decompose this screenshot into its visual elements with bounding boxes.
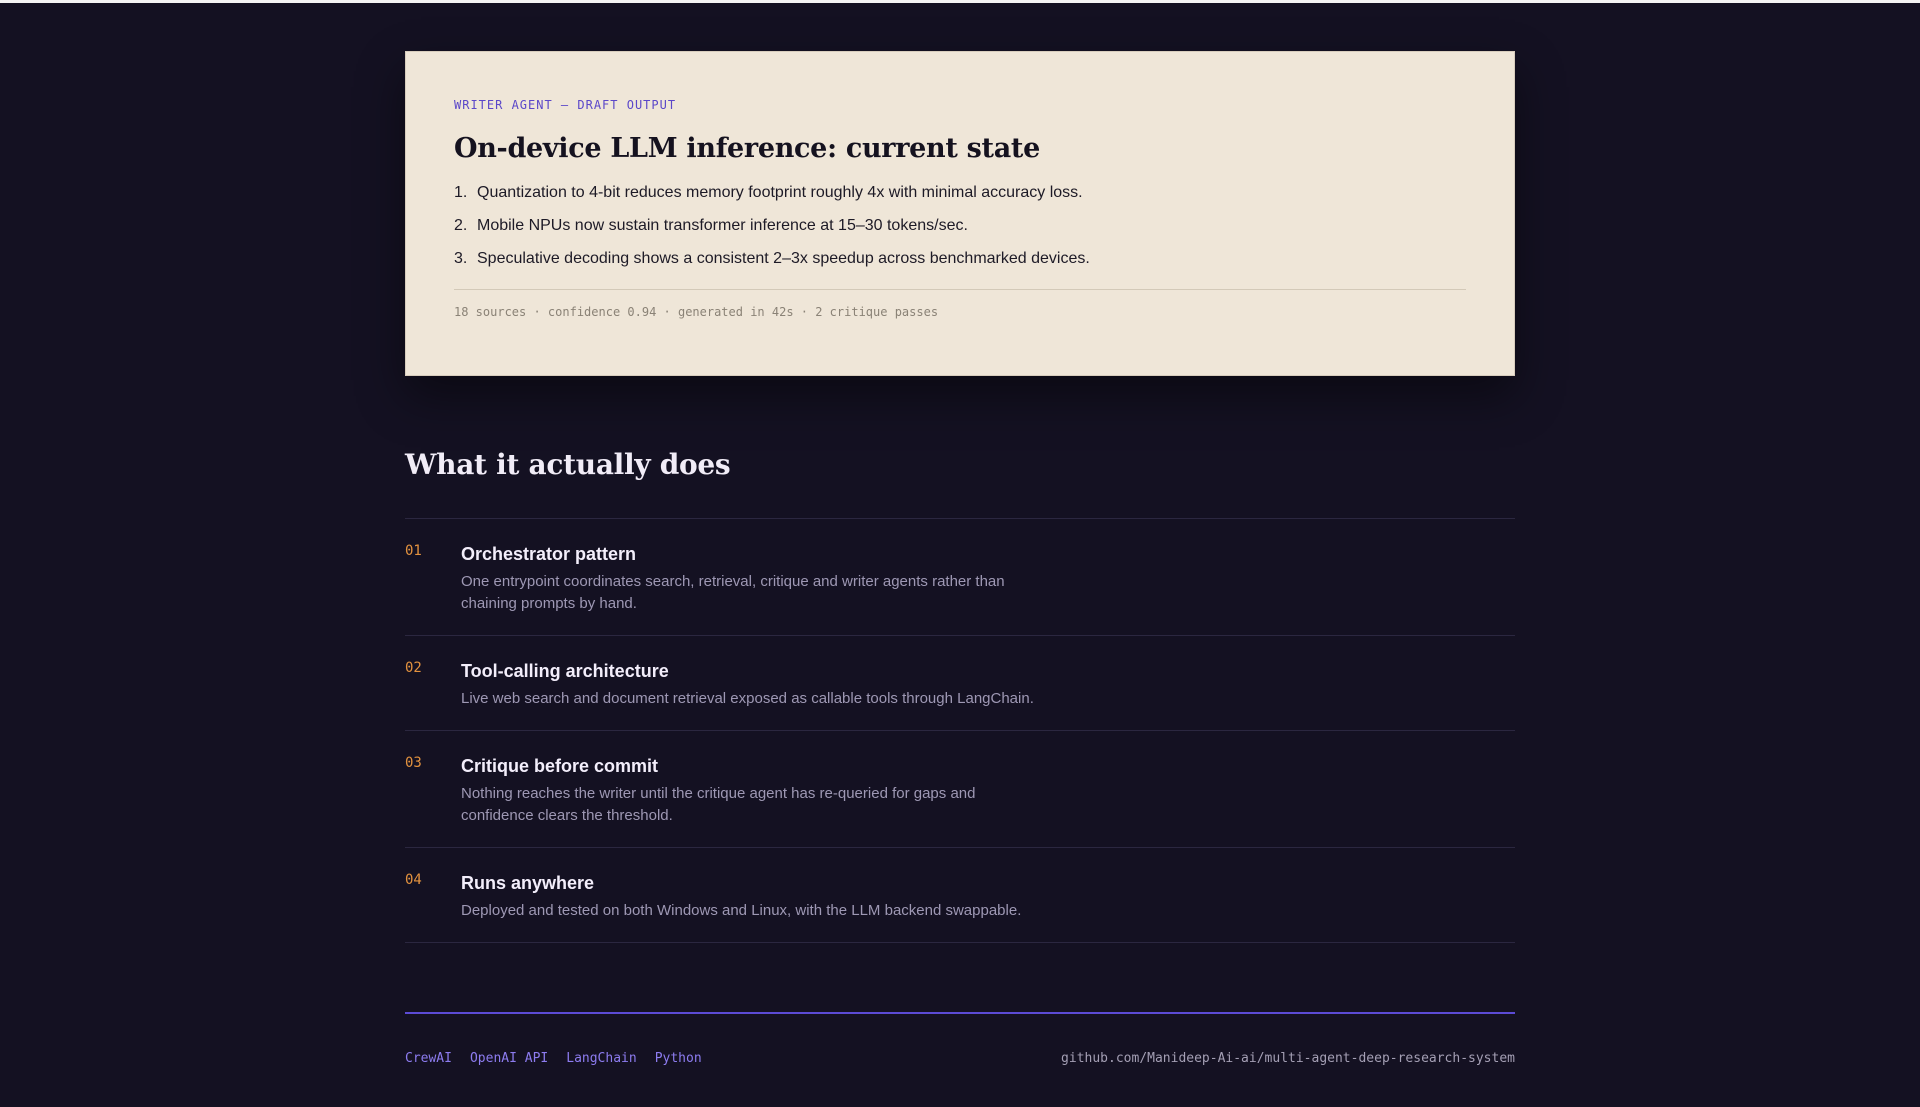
tag-crewai[interactable]: CrewAI — [405, 1051, 452, 1067]
section-title: What it actually does — [405, 448, 731, 481]
card-divider — [454, 289, 1466, 290]
feature-title: Runs anywhere — [461, 873, 595, 893]
finding-item: 1. Quantization to 4-bit reduces memory … — [454, 183, 1466, 203]
feature-title: Tool-calling architecture — [461, 661, 669, 681]
feature-description: Live web search and document retrieval e… — [461, 690, 1034, 707]
feature-item: 01 Orchestrator pattern One entrypoint c… — [405, 519, 1515, 636]
finding-number: 2. — [454, 217, 468, 234]
finding-number: 3. — [454, 250, 468, 267]
feature-description: Deployed and tested on both Windows and … — [461, 902, 1022, 919]
feature-body: Critique before commit Nothing reaches t… — [461, 731, 1021, 847]
finding-text: Quantization to 4-bit reduces memory foo… — [477, 184, 1083, 201]
feature-item: 02 Tool-calling architecture Live web se… — [405, 636, 1515, 731]
top-edge-line — [0, 0, 1920, 3]
finding-item: 2. Mobile NPUs now sustain transformer i… — [454, 216, 1466, 236]
feature-list: 01 Orchestrator pattern One entrypoint c… — [405, 518, 1515, 943]
feature-body: Orchestrator pattern One entrypoint coor… — [461, 519, 1041, 635]
card-title: On-device LLM inference: current state — [454, 133, 1040, 164]
feature-body: Tool-calling architecture Live web searc… — [461, 636, 1161, 730]
tag-python[interactable]: Python — [655, 1051, 702, 1067]
card-kicker: WRITER AGENT — DRAFT OUTPUT — [454, 98, 677, 112]
tag-langchain[interactable]: LangChain — [566, 1051, 636, 1067]
feature-title: Orchestrator pattern — [461, 544, 637, 564]
feature-number: 02 — [405, 660, 422, 676]
card-meta: 18 sources · confidence 0.94 · generated… — [454, 305, 939, 319]
findings-list: 1. Quantization to 4-bit reduces memory … — [454, 183, 1466, 269]
finding-number: 1. — [454, 184, 468, 201]
feature-number: 04 — [405, 872, 422, 888]
tag-openai-api[interactable]: OpenAI API — [470, 1051, 548, 1067]
tech-tags: CrewAI OpenAI API LangChain Python — [405, 1051, 720, 1067]
feature-title: Critique before commit — [461, 756, 659, 776]
finding-text: Mobile NPUs now sustain transformer infe… — [477, 217, 968, 234]
footer: CrewAI OpenAI API LangChain Python githu… — [405, 1051, 1515, 1067]
feature-description: Nothing reaches the writer until the cri… — [461, 785, 976, 824]
feature-item: 03 Critique before commit Nothing reache… — [405, 731, 1515, 848]
feature-number: 03 — [405, 755, 422, 771]
finding-text: Speculative decoding shows a consistent … — [477, 250, 1090, 267]
repo-link[interactable]: github.com/Manideep-Ai-ai/multi-agent-de… — [1061, 1051, 1515, 1067]
feature-item: 04 Runs anywhere Deployed and tested on … — [405, 848, 1515, 943]
feature-number: 01 — [405, 543, 422, 559]
feature-body: Runs anywhere Deployed and tested on bot… — [461, 848, 1161, 942]
footer-divider — [405, 1012, 1515, 1014]
finding-item: 3. Speculative decoding shows a consiste… — [454, 249, 1466, 269]
feature-description: One entrypoint coordinates search, retri… — [461, 573, 1005, 612]
draft-output-card: WRITER AGENT — DRAFT OUTPUT On-device LL… — [405, 51, 1515, 376]
